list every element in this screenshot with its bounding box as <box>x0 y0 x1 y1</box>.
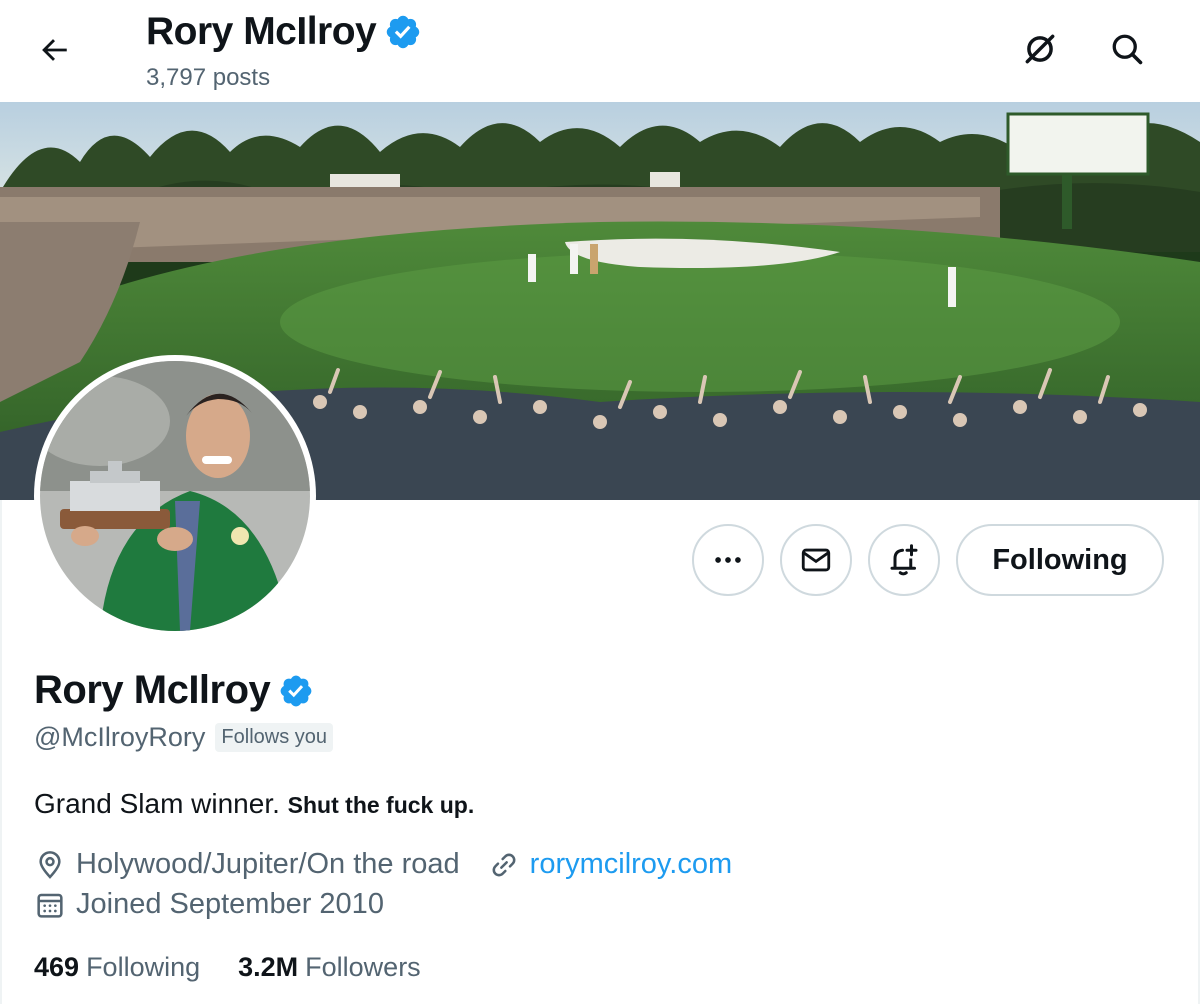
location-pin-icon <box>39 850 61 879</box>
location-item: Holywood/Jupiter/On the road <box>34 848 460 881</box>
bio-text: Grand Slam winner. <box>34 788 280 819</box>
bell-plus-icon <box>890 544 918 576</box>
calendar-icon <box>37 893 63 918</box>
avatar-image <box>40 361 310 631</box>
envelope-icon <box>801 548 831 572</box>
location-text: Holywood/Jupiter/On the road <box>76 848 460 880</box>
more-dots-icon <box>715 557 741 563</box>
profile-display-name: Rory McIlroy <box>34 668 271 712</box>
profile-bio: Grand Slam winner. Shut the fuck up. <box>34 788 474 820</box>
joined-text: Joined September 2010 <box>76 888 384 920</box>
joined-row: Joined September 2010 <box>34 888 384 921</box>
link-icon <box>492 853 516 876</box>
followers-count: 3.2M <box>238 952 299 982</box>
header-title: Rory McIlroy <box>146 10 377 53</box>
followers-label: Followers <box>305 952 421 982</box>
following-stat[interactable]: 469 Following <box>34 952 200 983</box>
verified-badge-icon[interactable] <box>278 673 314 709</box>
search-icon <box>1112 34 1143 65</box>
profile-header: Rory McIlroy 3,797 posts <box>0 0 1200 102</box>
search-button[interactable] <box>1102 24 1152 74</box>
header-posts-count: 3,797 posts <box>146 64 271 91</box>
back-button[interactable] <box>30 26 78 74</box>
profile-handle: @McIlroyRory <box>34 722 206 752</box>
notifications-button[interactable] <box>868 524 940 596</box>
profile-avatar[interactable] <box>34 355 316 637</box>
header-title-row: Rory McIlroy <box>146 10 422 54</box>
back-arrow-icon <box>42 39 67 61</box>
more-button[interactable] <box>692 524 764 596</box>
grok-button[interactable] <box>1015 24 1065 74</box>
profile-stats: 469 Following 3.2M Followers <box>34 952 421 983</box>
following-count: 469 <box>34 952 80 982</box>
website-item: rorymcilroy.com <box>488 848 732 881</box>
follows-you-badge: Follows you <box>215 723 334 752</box>
profile-handle-row: @McIlroyRory Follows you <box>34 722 334 753</box>
profile-meta-row: Holywood/Jupiter/On the road rorymcilroy… <box>34 848 732 881</box>
following-label: Following <box>86 952 201 982</box>
grok-icon <box>1025 34 1055 64</box>
profile-name-row: Rory McIlroy <box>34 668 314 713</box>
website-link[interactable]: rorymcilroy.com <box>530 848 732 881</box>
followers-stat[interactable]: 3.2M Followers <box>238 952 421 983</box>
bio-bold-text: Shut the fuck up. <box>287 792 475 818</box>
following-button[interactable]: Following <box>956 524 1164 596</box>
verified-badge-icon <box>387 15 420 49</box>
message-button[interactable] <box>780 524 852 596</box>
